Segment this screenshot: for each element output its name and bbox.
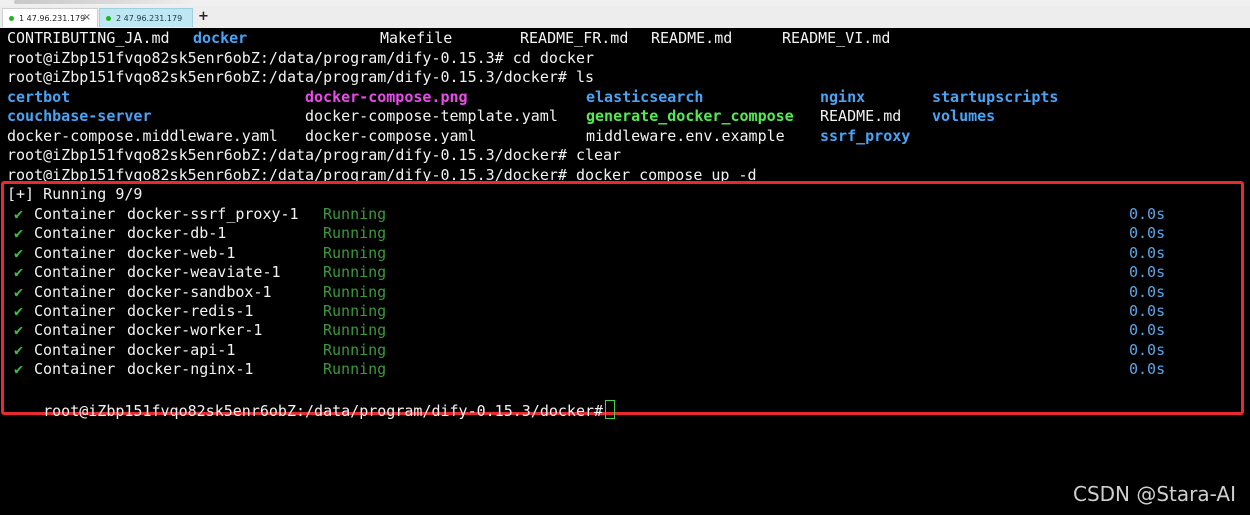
session-tab-label: 2 47.96.231.179 xyxy=(116,13,183,23)
ls-entry-dir: elasticsearch xyxy=(586,88,704,106)
ls-entry: docker-compose.yaml xyxy=(305,127,477,145)
container-label: Container xyxy=(34,263,116,282)
container-elapsed-time: 0.0s xyxy=(1129,224,1166,243)
ls-entry: README_FR.md xyxy=(520,29,629,47)
checkmark-icon: ✔ xyxy=(14,340,24,359)
container-name: docker-worker-1 xyxy=(127,321,263,340)
container-label: Container xyxy=(34,205,116,223)
ls-entry-executable: generate_docker_compose xyxy=(586,107,794,125)
checkmark-icon: ✔ xyxy=(14,263,24,282)
ls-entry-dir: couchbase-server xyxy=(7,107,152,125)
container-status-row: ✔ Container docker-api-1 Running 0.0s xyxy=(7,341,1247,361)
container-label: Container xyxy=(34,302,116,320)
close-icon[interactable]: × xyxy=(83,12,91,23)
session-tab-1[interactable]: 1 47.96.231.179 × xyxy=(2,8,98,27)
container-name: docker-db-1 xyxy=(127,224,227,243)
container-name: docker-redis-1 xyxy=(127,302,254,320)
connected-status-icon xyxy=(106,15,111,21)
container-elapsed-time: 0.0s xyxy=(1129,205,1166,223)
container-status-row: ✔ Container docker-redis-1 Running 0.0s xyxy=(7,302,1247,322)
session-tab-bar: 1 47.96.231.179 × 2 47.96.231.179 + xyxy=(0,6,1250,29)
command-line-clear: root@iZbp151fvqo82sk5enr6obZ:/data/progr… xyxy=(7,146,622,164)
container-status: Running xyxy=(323,224,387,243)
connected-status-icon xyxy=(9,15,14,21)
shell-prompt: root@iZbp151fvqo82sk5enr6obZ:/data/progr… xyxy=(43,401,604,420)
container-name: docker-sandbox-1 xyxy=(127,282,272,301)
container-status-row: ✔ Container docker-sandbox-1 Running 0.0s xyxy=(7,283,1247,303)
container-elapsed-time: 0.0s xyxy=(1129,263,1166,282)
watermark: CSDN @Stara-AI xyxy=(1072,481,1236,506)
container-elapsed-time: 0.0s xyxy=(1129,282,1166,301)
ls-entry-dir: docker xyxy=(193,29,248,47)
container-status: Running xyxy=(323,263,387,282)
container-label: Container xyxy=(34,360,116,379)
container-elapsed-time: 0.0s xyxy=(1129,360,1166,379)
container-label: Container xyxy=(34,243,116,262)
container-status: Running xyxy=(323,321,387,340)
container-label: Container xyxy=(34,340,116,359)
checkmark-icon: ✔ xyxy=(14,282,24,301)
new-tab-button[interactable]: + xyxy=(198,9,209,24)
container-elapsed-time: 0.0s xyxy=(1129,321,1166,340)
container-status: Running xyxy=(323,205,387,223)
ls-output-line: CONTRIBUTING_JA.md docker Makefile READM… xyxy=(7,29,1247,49)
text-cursor[interactable] xyxy=(605,399,616,419)
ls-entry: docker-compose.middleware.yaml xyxy=(7,127,278,145)
container-label: Container xyxy=(34,282,116,301)
container-name: docker-web-1 xyxy=(127,243,236,262)
session-tab-label: 1 47.96.231.179 xyxy=(19,13,86,23)
container-name: docker-weaviate-1 xyxy=(127,263,281,282)
running-header: [+] Running 9/9 xyxy=(7,185,143,203)
container-status-row: ✔ Container docker-db-1 Running 0.0s xyxy=(7,224,1247,244)
container-status: Running xyxy=(323,282,387,301)
container-status-row: ✔ Container docker-worker-1 Running 0.0s xyxy=(7,321,1247,341)
container-status-row: ✔ Container docker-web-1 Running 0.0s xyxy=(7,244,1247,264)
ls-entry-dir: ssrf_proxy xyxy=(820,127,911,145)
command-line-ls: root@iZbp151fvqo82sk5enr6obZ:/data/progr… xyxy=(7,68,594,86)
container-label: Container xyxy=(34,224,116,243)
ls-output-line: docker-compose.middleware.yaml docker-co… xyxy=(7,127,1247,147)
ls-entry: middleware.env.example xyxy=(586,127,785,145)
ls-output-line: certbot docker-compose.png elasticsearch… xyxy=(7,88,1247,108)
container-status-row: ✔ Container docker-weaviate-1 Running 0.0s xyxy=(7,263,1247,283)
terminal-output[interactable]: CONTRIBUTING_JA.md docker Makefile READM… xyxy=(0,28,1250,515)
checkmark-icon: ✔ xyxy=(14,224,24,243)
ls-entry: docker-compose-template.yaml xyxy=(305,107,558,125)
ls-entry-image: docker-compose.png xyxy=(305,88,468,106)
container-status-row: ✔ Container docker-ssrf_proxy-1 Running 0.0s xyxy=(7,205,1247,225)
ls-entry: README.md xyxy=(651,29,733,47)
container-elapsed-time: 0.0s xyxy=(1129,302,1166,320)
ls-entry: CONTRIBUTING_JA.md xyxy=(7,29,170,47)
checkmark-icon: ✔ xyxy=(14,321,24,340)
session-tab-2[interactable]: 2 47.96.231.179 xyxy=(99,8,193,27)
container-name: docker-api-1 xyxy=(127,340,236,359)
ls-entry: README.md xyxy=(820,107,902,125)
container-status: Running xyxy=(323,340,387,359)
container-status-row: ✔ Container docker-nginx-1 Running 0.0s xyxy=(7,360,1247,380)
container-name: docker-ssrf_proxy-1 xyxy=(127,205,299,223)
command-line-cd: root@iZbp151fvqo82sk5enr6obZ:/data/progr… xyxy=(7,49,594,67)
ls-entry-dir: nginx xyxy=(820,88,866,106)
final-prompt-line: root@iZbp151fvqo82sk5enr6obZ:/data/progr… xyxy=(7,380,616,420)
container-status: Running xyxy=(323,302,387,320)
container-label: Container xyxy=(34,321,116,340)
ls-entry: README_VI.md xyxy=(782,29,891,47)
container-elapsed-time: 0.0s xyxy=(1129,340,1166,359)
container-name: docker-nginx-1 xyxy=(127,360,254,379)
window-title-blurred xyxy=(14,0,194,4)
container-elapsed-time: 0.0s xyxy=(1129,243,1166,262)
ls-output-line: couchbase-server docker-compose-template… xyxy=(7,107,1247,127)
checkmark-icon: ✔ xyxy=(14,243,24,262)
ls-entry-dir: startupscripts xyxy=(932,88,1059,106)
checkmark-icon: ✔ xyxy=(14,360,24,379)
checkmark-icon: ✔ xyxy=(14,205,24,223)
ls-entry-dir: volumes xyxy=(932,107,996,125)
container-status: Running xyxy=(323,360,387,379)
ls-entry: Makefile xyxy=(380,29,453,47)
container-status: Running xyxy=(323,243,387,262)
ls-entry-dir: certbot xyxy=(7,88,71,106)
checkmark-icon: ✔ xyxy=(14,302,24,320)
